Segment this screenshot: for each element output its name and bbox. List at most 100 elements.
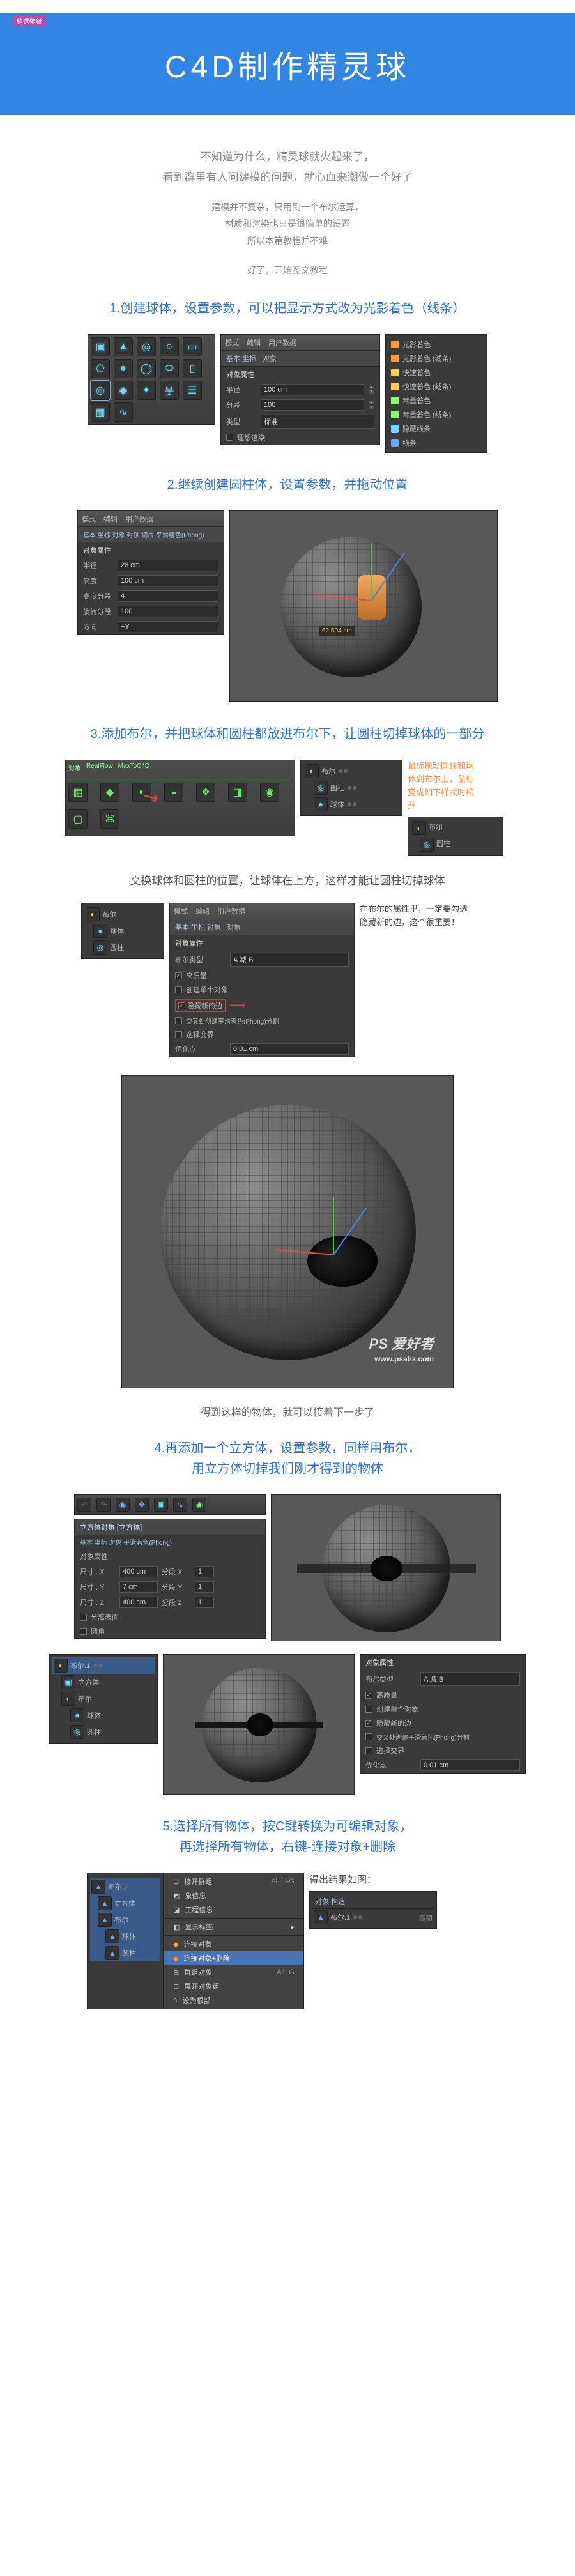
metaball-icon[interactable]: ◉ (260, 783, 279, 802)
hierarchy-panel: ◐布尔 ◎圆柱 ●球体 (300, 760, 402, 816)
list-item[interactable]: 常量着色 (线条) (402, 410, 451, 420)
tab-mode[interactable]: 模式 (82, 514, 96, 524)
tab-userdata[interactable]: 用户数据 (125, 514, 153, 524)
booltype-field[interactable]: A 减 B (230, 953, 349, 967)
pyramid-icon[interactable]: ◆ (114, 381, 133, 400)
python-icon[interactable]: ⌘ (100, 809, 119, 829)
bezier-icon[interactable]: ∿ (114, 402, 133, 422)
hseg-label: 高度分段 (83, 591, 114, 601)
cylinder-icon[interactable]: ◎ (314, 781, 328, 795)
menu-item[interactable]: ◧显示标签▸ (164, 1920, 303, 1934)
sphere-icon[interactable]: ● (314, 797, 328, 811)
radius-field[interactable]: 100 cm (261, 384, 364, 395)
spline-bool-icon[interactable]: ◒ (164, 783, 183, 802)
plane-icon[interactable]: ▭ (183, 337, 202, 356)
instance-icon[interactable]: ◨ (228, 783, 247, 802)
torus-icon[interactable]: ◯ (137, 359, 156, 378)
radius-field[interactable]: 28 cm (118, 560, 218, 571)
redo-icon[interactable]: ↷ (96, 1498, 111, 1512)
cube-icon[interactable]: ▣ (91, 337, 110, 356)
tab-edit[interactable]: 编辑 (247, 337, 261, 348)
menu-item[interactable]: ◪工程信息 (164, 1903, 303, 1917)
tab-edit[interactable]: 编辑 (195, 906, 210, 916)
hseg-field[interactable]: 4 (118, 590, 218, 602)
tab-mode[interactable]: 模式 (174, 906, 188, 916)
viewport-final-cut (163, 1654, 355, 1795)
rseg-field[interactable]: 100 (118, 606, 218, 617)
hier-item[interactable]: 圆柱 (330, 783, 344, 793)
list-item[interactable]: 光影着色 (线条) (402, 353, 451, 364)
landscape-icon[interactable]: ☰ (183, 381, 202, 400)
menu-item[interactable]: ⊟接开群组Shift+G (164, 1874, 303, 1889)
cube-icon[interactable]: ▣ (154, 1498, 168, 1512)
hq-checkbox[interactable] (175, 972, 182, 979)
shelf-tab[interactable]: 对象 (68, 763, 81, 777)
panel-title: 立方体对象 [立方体] (75, 1519, 265, 1535)
atom-icon[interactable]: ◆ (100, 783, 119, 802)
list-item[interactable]: 光影着色 (402, 339, 431, 349)
poly-icon[interactable]: ▲ (314, 1910, 328, 1924)
live-sel-icon[interactable]: ◉ (116, 1498, 130, 1512)
spline-icon[interactable]: ∿ (173, 1498, 187, 1512)
list-item[interactable]: 快速着色 (402, 367, 431, 378)
segments-field[interactable]: 100 (261, 399, 364, 411)
list-item[interactable]: 快速着色 (线条) (402, 381, 451, 392)
tank-icon[interactable]: ▯ (183, 359, 202, 378)
dir-label: 方向 (83, 622, 114, 632)
menu-item[interactable]: ⊞群组对象Alt+G (164, 1965, 303, 1979)
menu-item[interactable]: ⊡展开对象组 (164, 1979, 303, 1993)
cylinder-icon[interactable]: ◎ (137, 337, 156, 356)
list-item[interactable]: 常量着色 (402, 395, 431, 406)
hierarchy-swapped: ◐布尔 ●球体 ◎圆柱 (81, 903, 164, 959)
undo-icon[interactable]: ↶ (77, 1498, 91, 1512)
menu-item[interactable]: ⌂设为根部 (164, 1993, 303, 2007)
intro-line: 不知道为什么，精灵球就火起来了， (26, 147, 549, 167)
menu-item[interactable]: ◩象信息 (164, 1889, 303, 1903)
list-item[interactable]: 线条 (402, 438, 417, 448)
platonic-icon[interactable]: ✦ (137, 381, 156, 400)
result-tabs[interactable]: 对象 构造 (315, 1896, 345, 1906)
side-note: 鼠标拖动圆柱和球 体到布尔上，鼠标 变成如下样式时松 开 ◐布尔 ◎圆柱 (408, 760, 510, 856)
disc-icon[interactable]: ○ (160, 337, 179, 356)
shelf-tab[interactable]: MaxToC4D (118, 763, 150, 777)
sub-tab-object[interactable]: 对象 (263, 353, 277, 364)
type-field[interactable]: 标准 (261, 415, 374, 429)
ideal-label: 理想渲染 (237, 433, 265, 443)
tab-userdata[interactable]: 用户数据 (268, 337, 296, 348)
intro-small: 建模并不复杂，只用到一个布尔运算， (26, 199, 549, 216)
tab-mode[interactable]: 模式 (225, 337, 239, 348)
shelf-tab[interactable]: RealFlow (86, 763, 113, 777)
boole-icon[interactable]: ◐ (305, 764, 319, 778)
tab-edit[interactable]: 编辑 (103, 514, 118, 524)
hier-item[interactable]: 布尔 (321, 766, 335, 776)
menu-item[interactable]: ◆连接对象 (164, 1937, 303, 1951)
cone-icon[interactable]: ▲ (114, 337, 133, 356)
symmetry-icon[interactable]: ▢ (68, 809, 88, 829)
sub-tabs[interactable]: 基本 坐标 对象 (175, 924, 221, 931)
tube-icon[interactable]: ◎ (91, 381, 110, 400)
capsule-icon[interactable]: ⬭ (160, 359, 179, 378)
sphere-icon[interactable]: ● (114, 359, 133, 378)
menu-item-connect-delete[interactable]: ◆连接对象+删除 (164, 1951, 303, 1965)
cube-attributes-panel: 立方体对象 [立方体] 基本 坐标 对象 平滑着色(Phong) 对象属性 尺寸… (74, 1519, 266, 1639)
sub-tabs[interactable]: 基本 坐标 对象 封顶 切片 平滑着色(Phong) (83, 530, 204, 539)
opt-field[interactable]: 0.01 cm (230, 1043, 349, 1055)
hier-item[interactable]: 球体 (330, 799, 344, 809)
figure-icon[interactable]: 웃 (160, 381, 179, 400)
single-checkbox[interactable] (175, 986, 182, 993)
polygon-icon[interactable]: ⬠ (91, 359, 110, 378)
sub-tab-basic[interactable]: 基本 坐标 (226, 353, 256, 364)
move-icon[interactable]: ✥ (135, 1498, 149, 1512)
list-item[interactable]: 隐藏线条 (402, 424, 431, 434)
nurb-icon[interactable]: ◉ (192, 1498, 206, 1512)
hide-checkbox[interactable] (178, 1002, 185, 1009)
ideal-checkbox[interactable] (226, 434, 233, 441)
result-item[interactable]: 布尔.1 (330, 1912, 350, 1922)
relief-icon[interactable]: ▦ (91, 402, 110, 422)
dir-field[interactable]: +Y (118, 621, 218, 632)
height-field[interactable]: 100 cm (118, 575, 218, 586)
array-icon[interactable]: ▦ (68, 783, 88, 802)
sub-tab-object[interactable]: 对象 (227, 924, 241, 931)
tab-userdata[interactable]: 用户数据 (217, 906, 245, 916)
connect-icon[interactable]: ❖ (196, 783, 215, 802)
